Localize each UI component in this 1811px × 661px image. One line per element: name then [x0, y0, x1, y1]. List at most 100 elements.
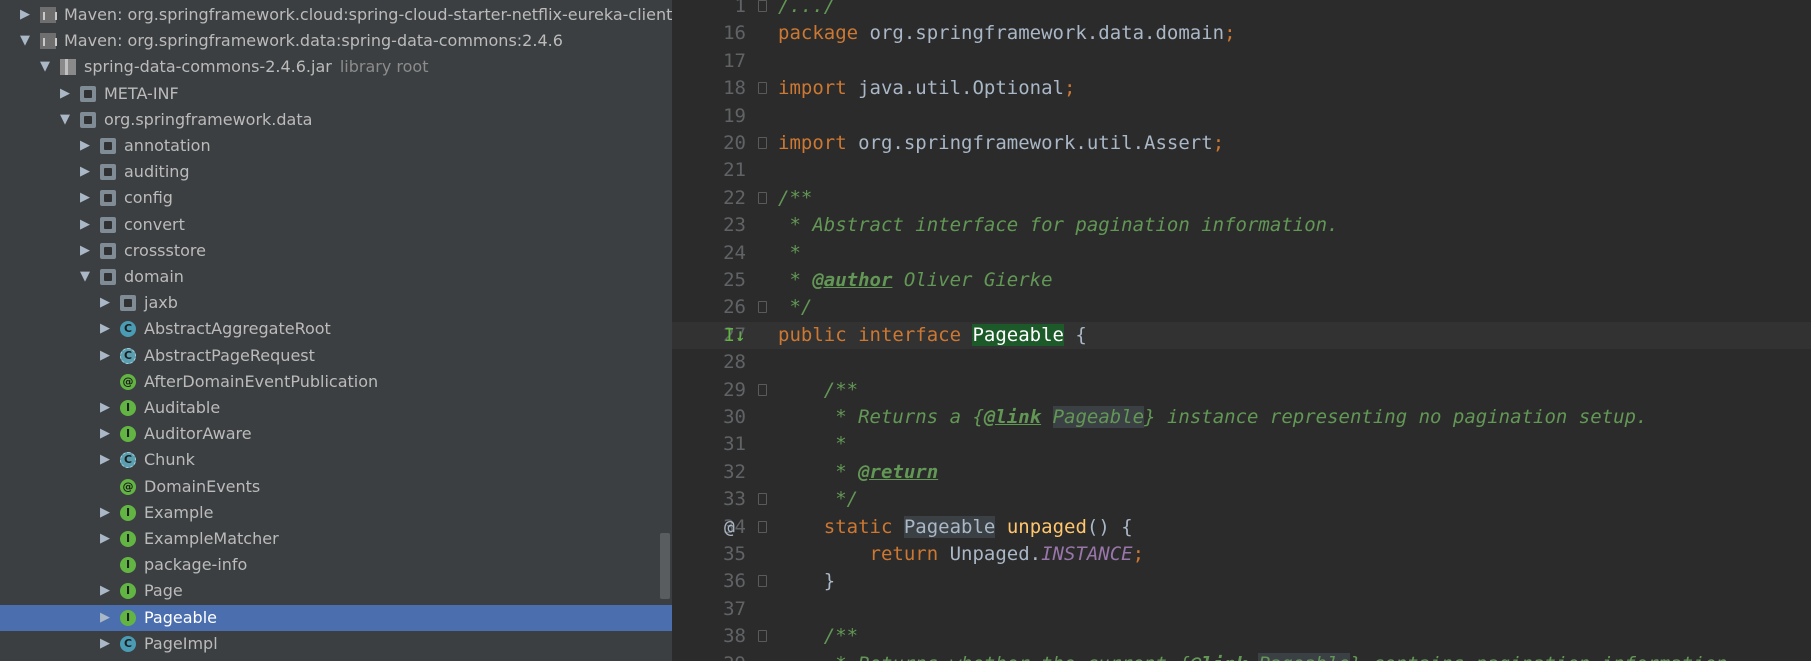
tree-item[interactable]: ▶ I Page: [0, 578, 672, 604]
code-line[interactable]: 19: [672, 103, 1811, 130]
tree-item[interactable]: ▶ Maven: org.springframework.cloud:spring…: [0, 2, 672, 28]
code-line[interactable]: 26 */: [672, 294, 1811, 321]
code-line[interactable]: 37: [672, 596, 1811, 623]
line-number[interactable]: 18: [672, 75, 746, 102]
tree-item[interactable]: ▶ config: [0, 185, 672, 211]
code-line[interactable]: 39 * Returns whether the current {@link …: [672, 651, 1811, 661]
code-editor[interactable]: 1 /.../ 16 package org.springframework.data…: [672, 0, 1811, 661]
fold-marker-icon[interactable]: [758, 630, 767, 643]
tree-item[interactable]: ▶ I Pageable: [0, 604, 672, 631]
fold-marker-icon[interactable]: [758, 575, 767, 588]
fold-marker-icon[interactable]: [758, 137, 767, 149]
line-number[interactable]: 28: [672, 349, 746, 376]
tree-item[interactable]: ▶ crossstore: [0, 238, 672, 264]
code-line[interactable]: 25 * @author Oliver Gierke: [672, 267, 1811, 294]
code-line[interactable]: 29 /**: [672, 377, 1811, 404]
line-number[interactable]: 30: [672, 404, 746, 431]
code-line[interactable]: 31 *: [672, 431, 1811, 458]
line-number[interactable]: 17: [672, 48, 746, 75]
collapsed-arrow-icon[interactable]: ▶: [98, 526, 112, 552]
line-number[interactable]: 23: [672, 212, 746, 239]
code-line[interactable]: 18 import java.util.Optional;: [672, 75, 1811, 102]
tree-item[interactable]: ▶ C Chunk: [0, 447, 672, 473]
override-icon[interactable]: @: [724, 514, 735, 541]
collapsed-arrow-icon[interactable]: ▶: [98, 343, 112, 369]
line-number[interactable]: 38: [672, 623, 746, 650]
fold-marker-icon[interactable]: [758, 82, 767, 95]
code-line[interactable]: 22 /**: [672, 185, 1811, 212]
tree-scrollbar[interactable]: [660, 533, 670, 599]
code-line[interactable]: 24 *: [672, 240, 1811, 267]
line-number[interactable]: 26: [672, 294, 746, 321]
expanded-arrow-icon[interactable]: ▼: [58, 107, 72, 133]
tree-item[interactable]: ▶ C AbstractAggregateRoot: [0, 316, 672, 342]
collapsed-arrow-icon[interactable]: ▶: [58, 81, 72, 107]
collapsed-arrow-icon[interactable]: ▶: [98, 395, 112, 421]
code-line[interactable]: 23 * Abstract interface for pagination i…: [672, 212, 1811, 239]
collapsed-arrow-icon[interactable]: ▶: [78, 238, 92, 264]
line-number[interactable]: 24: [672, 240, 746, 267]
expanded-arrow-icon[interactable]: ▼: [18, 28, 32, 54]
code-line[interactable]: 33 */: [672, 486, 1811, 513]
line-number[interactable]: 37: [672, 596, 746, 623]
collapsed-arrow-icon[interactable]: ▶: [98, 316, 112, 342]
tree-item[interactable]: ▶ I ExampleMatcher: [0, 526, 672, 552]
tree-item[interactable]: ▶ C AbstractPageRequest: [0, 343, 672, 369]
collapsed-arrow-icon[interactable]: ▶: [98, 290, 112, 316]
collapsed-arrow-icon[interactable]: ▶: [98, 578, 112, 604]
tree-item[interactable]: ▶ META-INF: [0, 81, 672, 107]
tree-item[interactable]: ▼ spring-data-commons-2.4.6.jar library ro…: [0, 54, 672, 80]
line-number[interactable]: 25: [672, 267, 746, 294]
collapsed-arrow-icon[interactable]: ▶: [98, 500, 112, 526]
tree-item[interactable]: ▼ org.springframework.data: [0, 107, 672, 133]
tree-item[interactable]: ▶ I Auditable: [0, 395, 672, 421]
code-line[interactable]: 34 @ static Pageable unpaged() {: [672, 514, 1811, 541]
tree-item[interactable]: ▶ C PageImpl: [0, 631, 672, 657]
implemented-icon[interactable]: I↓: [724, 322, 746, 349]
collapsed-arrow-icon[interactable]: ▶: [98, 605, 112, 631]
tree-item[interactable]: ▼ Maven: org.springframework.data:spring-…: [0, 28, 672, 54]
tree-item[interactable]: ▶ I AuditorAware: [0, 421, 672, 447]
line-number[interactable]: 32: [672, 459, 746, 486]
line-number[interactable]: 36: [672, 568, 746, 595]
expanded-arrow-icon[interactable]: ▼: [38, 54, 52, 80]
collapsed-arrow-icon[interactable]: ▶: [18, 2, 32, 28]
collapsed-arrow-icon[interactable]: ▶: [78, 133, 92, 159]
code-line[interactable]: 20 import org.springframework.util.Assert…: [672, 130, 1811, 157]
fold-marker-icon[interactable]: [758, 301, 767, 314]
fold-marker-icon[interactable]: [758, 520, 767, 533]
line-number[interactable]: 16: [672, 20, 746, 47]
line-number[interactable]: 35: [672, 541, 746, 568]
fold-marker-icon[interactable]: [758, 493, 767, 506]
code-line[interactable]: 21: [672, 157, 1811, 184]
collapsed-arrow-icon[interactable]: ▶: [78, 159, 92, 185]
code-line[interactable]: 35 return Unpaged.INSTANCE;: [672, 541, 1811, 568]
tree-item[interactable]: ▼ domain: [0, 264, 672, 290]
code-line[interactable]: 38 /**: [672, 623, 1811, 650]
code-line[interactable]: 16 package org.springframework.data.domai…: [672, 20, 1811, 47]
project-tree[interactable]: ▶ Maven: org.springframework.cloud:spring…: [0, 0, 672, 661]
tree-item[interactable]: ▶ auditing: [0, 159, 672, 185]
tree-item[interactable]: ▶ I Example: [0, 500, 672, 526]
code-line[interactable]: 30 * Returns a {@link Pageable} instance…: [672, 404, 1811, 431]
expanded-arrow-icon[interactable]: ▼: [78, 264, 92, 290]
code-line[interactable]: 28: [672, 349, 1811, 376]
fold-marker-icon[interactable]: [758, 383, 767, 396]
tree-item[interactable]: @ AfterDomainEventPublication: [0, 369, 672, 395]
code-line[interactable]: 36 }: [672, 568, 1811, 595]
fold-marker-icon[interactable]: [758, 0, 767, 12]
tree-item[interactable]: @ DomainEvents: [0, 474, 672, 500]
code-line[interactable]: 17: [672, 48, 1811, 75]
code-line[interactable]: 27 I↓ public interface Pageable {: [672, 321, 1811, 349]
line-number[interactable]: 20: [672, 130, 746, 157]
code-line[interactable]: 1 /.../: [672, 0, 1811, 20]
line-number[interactable]: 1: [672, 0, 746, 20]
tree-item[interactable]: ▶ jaxb: [0, 290, 672, 316]
line-number[interactable]: 33: [672, 486, 746, 513]
collapsed-arrow-icon[interactable]: ▶: [98, 447, 112, 473]
collapsed-arrow-icon[interactable]: ▶: [78, 185, 92, 211]
collapsed-arrow-icon[interactable]: ▶: [98, 631, 112, 657]
tree-item[interactable]: ▶ annotation: [0, 133, 672, 159]
code-line[interactable]: 32 * @return: [672, 459, 1811, 486]
line-number[interactable]: 22: [672, 185, 746, 212]
